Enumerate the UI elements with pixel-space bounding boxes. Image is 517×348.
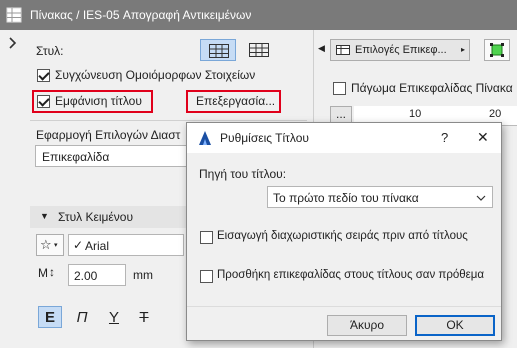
dropdown-arrow-icon: ▾	[54, 242, 58, 249]
italic-button[interactable]: Π	[70, 306, 94, 328]
ruler-tick-label: 10	[409, 108, 422, 120]
bold-button[interactable]: E	[38, 306, 62, 328]
size-value: 2.00	[74, 269, 98, 283]
style-grid-button[interactable]	[244, 39, 274, 61]
cancel-button[interactable]: Άκυρο	[327, 315, 407, 336]
ok-button[interactable]: OK	[415, 315, 495, 336]
insert-separator-checkbox[interactable]	[200, 231, 213, 244]
show-title-label: Εμφάνιση τίτλου	[55, 94, 142, 108]
size-input[interactable]: 2.00	[68, 264, 126, 286]
favorites-button[interactable]: ☆ ▾	[36, 234, 64, 256]
text-size-icon: M ↕	[38, 265, 55, 280]
font-check-icon: ✓	[73, 238, 84, 252]
edit-button[interactable]: Επεξεργασία...	[196, 94, 275, 108]
freeze-header-checkbox[interactable]	[333, 82, 346, 95]
font-value: Arial	[85, 239, 110, 253]
show-title-checkbox[interactable]	[37, 95, 50, 108]
header-options-label: Επιλογές Επικεφ...	[355, 44, 447, 56]
collapse-chevron-icon[interactable]	[6, 36, 20, 50]
freeze-header-label: Πάγωμα Επικεφαλίδας Πίνακα	[351, 81, 513, 95]
merge-checkbox[interactable]	[37, 69, 50, 82]
strikethrough-button[interactable]: T	[132, 306, 156, 328]
ruler-tick-label: 20	[489, 108, 502, 120]
underline-button[interactable]: Y	[102, 306, 126, 328]
add-header-prefix-checkbox[interactable]	[200, 270, 213, 283]
chevron-down-icon	[476, 195, 486, 201]
insert-separator-label: Εισαγωγή διαχωριστικής σειράς πριν από τ…	[217, 230, 468, 242]
select-frame-button[interactable]	[484, 39, 510, 61]
left-strip	[0, 30, 30, 348]
style-label: Στυλ:	[36, 44, 64, 58]
grid-alt-icon	[249, 43, 269, 57]
title-source-label: Πηγή του τίτλου:	[199, 167, 287, 181]
panel-left-arrow-icon[interactable]: ◀	[318, 43, 325, 54]
title-settings-dialog: Ρυθμίσεις Τίτλου ? ✕ Πηγή του τίτλου: Το…	[186, 122, 502, 341]
add-header-prefix-label: Προσθήκη επικεφαλίδας στους τίτλους σαν …	[217, 269, 485, 281]
help-button[interactable]: ?	[441, 130, 448, 145]
collapse-triangle-icon: ▼	[40, 211, 49, 221]
title-source-select[interactable]: Το πρώτο πεδίο του πίνακα	[267, 186, 493, 208]
apply-options-value: Επικεφαλίδα	[42, 150, 110, 164]
star-icon: ☆	[40, 237, 52, 252]
size-unit: mm	[133, 268, 153, 282]
title-source-value: Το πρώτο πεδίο του πίνακα	[273, 191, 419, 205]
table-app-icon	[6, 7, 22, 23]
window-title: Πίνακας / IES-05 Απογραφή Αντικειμένων	[30, 8, 252, 22]
divider	[30, 120, 307, 121]
header-options-button[interactable]: Επιλογές Επικεφ... ▸	[330, 39, 470, 61]
dropdown-arrow-icon: ▸	[460, 45, 465, 54]
dialog-footer: Άκυρο OK	[187, 306, 501, 340]
apply-options-label: Εφαρμογή Επιλογών Διαστ	[36, 128, 181, 142]
title-settings-app-icon	[199, 131, 211, 145]
window-titlebar: Πίνακας / IES-05 Απογραφή Αντικειμένων	[0, 0, 517, 30]
merge-label: Συγχώνευση Ομοιόμορφων Στοιχείων	[55, 68, 256, 82]
font-select[interactable]: ✓ Arial	[68, 234, 184, 256]
grid-icon	[209, 44, 229, 58]
table-header-icon	[336, 45, 350, 55]
style-grid-button-active[interactable]	[200, 39, 236, 61]
text-style-section-label: Στυλ Κειμένου	[58, 210, 133, 224]
select-frame-icon	[490, 43, 504, 57]
dialog-titlebar: Ρυθμίσεις Τίτλου ? ✕	[187, 123, 501, 153]
close-button[interactable]: ✕	[477, 129, 489, 146]
dialog-title: Ρυθμίσεις Τίτλου	[220, 131, 309, 145]
